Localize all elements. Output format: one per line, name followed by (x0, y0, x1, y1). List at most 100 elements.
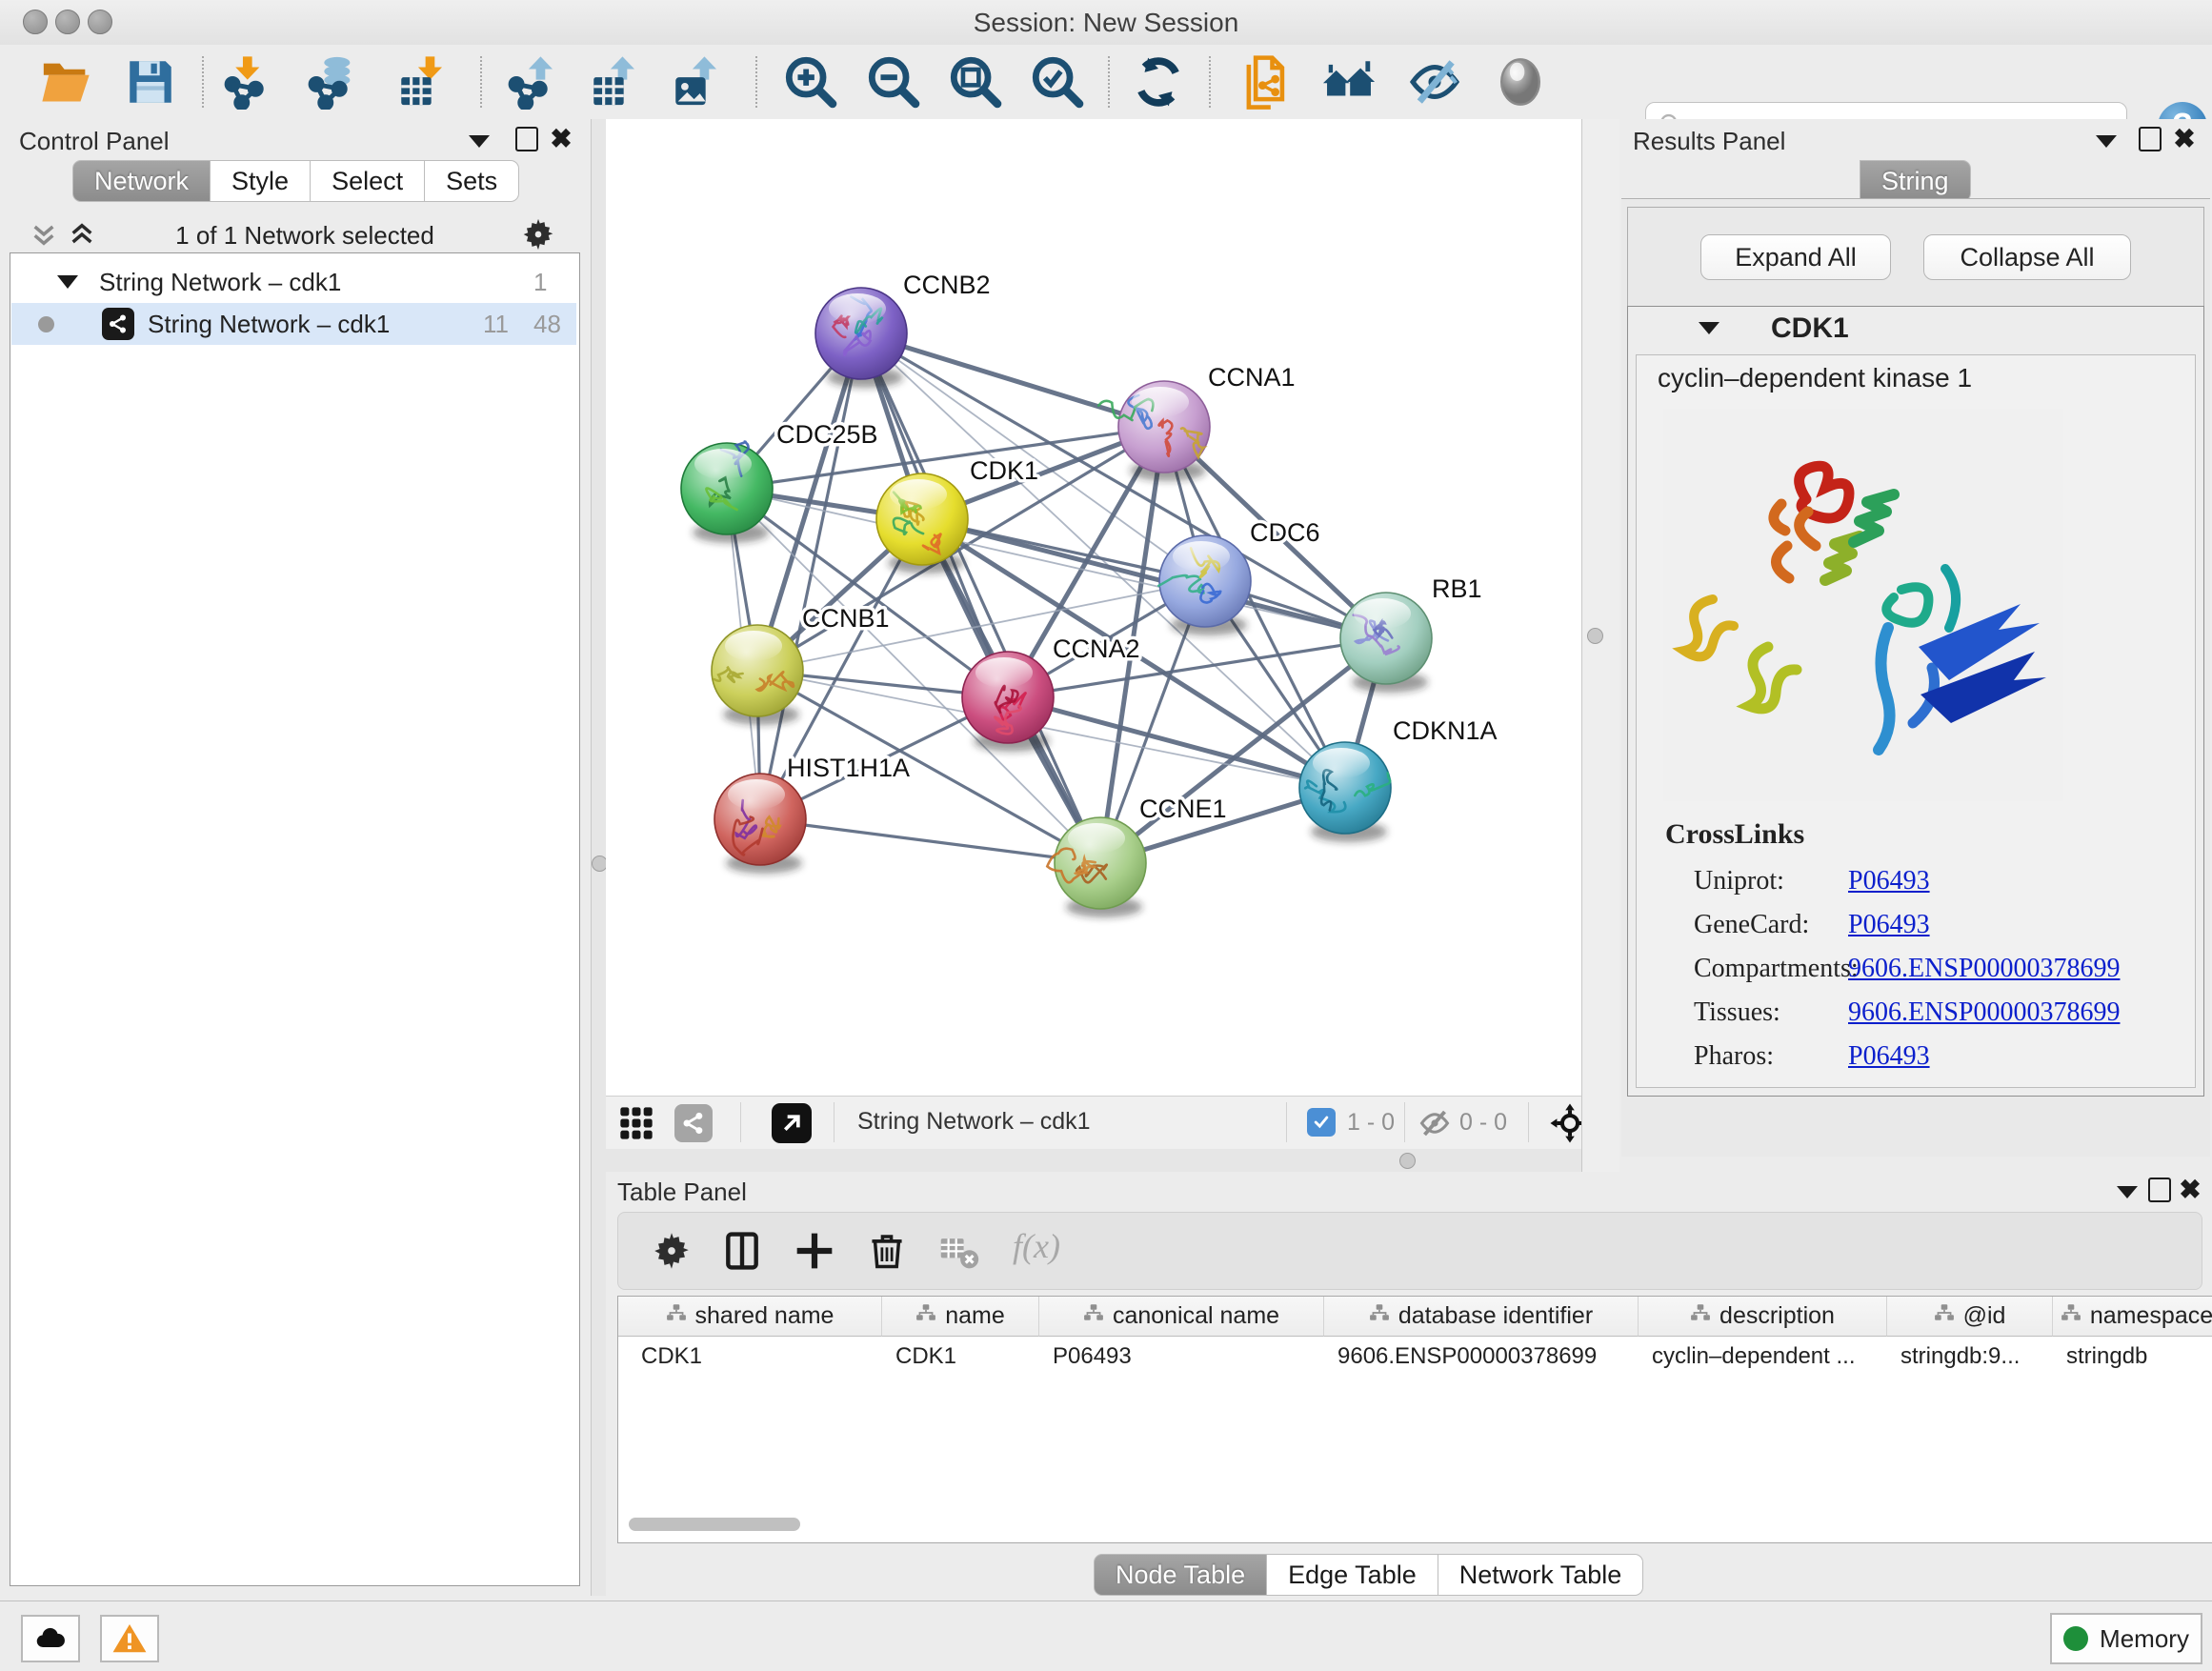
delete-column-icon[interactable] (866, 1230, 908, 1272)
results-panel-close-icon[interactable]: ✖ (2170, 125, 2199, 153)
zoom-fit-icon[interactable] (948, 54, 1003, 110)
crosslink-value[interactable]: P06493 (1848, 1041, 1930, 1072)
refresh-icon[interactable] (1131, 54, 1186, 110)
control-panel-menu-icon[interactable] (465, 127, 493, 155)
control-panel-float-icon[interactable] (513, 125, 541, 153)
node-RB1[interactable]: RB1 (1340, 574, 1482, 693)
hide-panel-icon[interactable] (1407, 54, 1462, 110)
results-buttons-box: Expand All Collapse All (1627, 207, 2204, 308)
crosslink-value[interactable]: P06493 (1848, 910, 1930, 940)
memory-button[interactable]: Memory (2050, 1613, 2202, 1664)
show-columns-icon[interactable] (721, 1230, 763, 1272)
collection-expand-icon[interactable] (57, 275, 78, 289)
export-image-icon[interactable] (669, 54, 724, 110)
table-cell[interactable]: cyclin–dependent ... (1639, 1337, 1886, 1376)
results-panel-float-icon[interactable] (2136, 125, 2164, 153)
horizontal-splitter-handle-icon[interactable] (1399, 1153, 1416, 1169)
import-database-icon[interactable] (305, 54, 360, 110)
tab-network[interactable]: Network (72, 160, 211, 202)
column-header-description[interactable]: description (1639, 1297, 1887, 1337)
table-horizontal-scrollbar[interactable] (629, 1518, 800, 1531)
node-CCNA1[interactable]: CCNA1 (1098, 363, 1295, 481)
import-table-icon[interactable] (394, 54, 450, 110)
zoom-out-icon[interactable] (866, 54, 921, 110)
save-session-icon[interactable] (123, 54, 178, 110)
protein-structure-image[interactable] (1663, 409, 2063, 801)
node-table[interactable]: shared nameCDK1nameCDK1canonical nameP06… (617, 1296, 2212, 1543)
delete-table-icon[interactable] (938, 1230, 980, 1272)
crosslink-row: Compartments:9606.ENSP00000378699 (1694, 954, 2180, 984)
control-panel-close-icon[interactable]: ✖ (547, 125, 575, 153)
home-icon[interactable] (1321, 54, 1377, 110)
grid-view-icon[interactable] (617, 1104, 655, 1142)
window-title: Session: New Session (0, 8, 2212, 38)
share-document-icon[interactable] (1238, 54, 1294, 110)
hidden-elements-icon[interactable] (1418, 1106, 1452, 1145)
tab-sets[interactable]: Sets (425, 160, 519, 202)
tab-style[interactable]: Style (211, 160, 311, 202)
right-splitter-handle-icon[interactable] (1587, 628, 1603, 644)
column-header-database-identifier[interactable]: database identifier (1324, 1297, 1639, 1337)
add-column-icon[interactable] (794, 1230, 835, 1272)
network-options-gear-icon[interactable] (520, 216, 556, 257)
function-builder-icon[interactable]: f(x) (1013, 1226, 1060, 1266)
results-panel-title: Results Panel (1633, 127, 1785, 156)
export-table-icon[interactable] (587, 54, 642, 110)
table-cell[interactable]: CDK1 (618, 1337, 881, 1376)
horizontal-splitter[interactable] (606, 1149, 1581, 1172)
network-type-icon (102, 308, 134, 340)
tab-network-table[interactable]: Network Table (1438, 1554, 1644, 1596)
table-panel-close-icon[interactable]: ✖ (2176, 1176, 2204, 1204)
tab-node-table[interactable]: Node Table (1094, 1554, 1267, 1596)
tab-edge-table[interactable]: Edge Table (1267, 1554, 1438, 1596)
edge-CCNB2-CCNA1[interactable] (861, 333, 1164, 427)
table-cell[interactable]: CDK1 (882, 1337, 1038, 1376)
expand-all-networks-icon[interactable] (29, 219, 59, 254)
open-session-icon[interactable] (39, 54, 94, 110)
column-header-namespace[interactable]: namespace (2053, 1297, 2212, 1337)
table-cell[interactable]: P06493 (1039, 1337, 1323, 1376)
node-label-CCNA1: CCNA1 (1208, 363, 1296, 392)
cloud-status-button[interactable] (21, 1615, 80, 1662)
open-in-new-window-icon[interactable] (772, 1103, 812, 1143)
collapse-all-networks-icon[interactable] (67, 219, 97, 254)
import-network-icon[interactable] (221, 54, 276, 110)
node-HIST1H1A[interactable]: HIST1H1A (714, 754, 910, 874)
export-network-icon[interactable] (505, 54, 560, 110)
tab-select[interactable]: Select (311, 160, 425, 202)
protein-collapse-icon[interactable] (1699, 322, 1719, 334)
network-row[interactable]: String Network – cdk1 11 48 (11, 303, 576, 345)
zoom-in-icon[interactable] (783, 54, 838, 110)
node-label-CDC6: CDC6 (1250, 518, 1320, 547)
node-CDK1[interactable]: CDK1 (876, 456, 1038, 574)
right-splitter[interactable] (1581, 119, 1621, 1172)
table-cell[interactable]: stringdb:9... (1887, 1337, 2052, 1376)
table-panel-menu-icon[interactable] (2113, 1178, 2142, 1206)
expand-all-button[interactable]: Expand All (1700, 234, 1891, 280)
network-canvas[interactable]: CCNB2CCNA1CDC25BCDK1CDC6RB1CCNB1CCNA2CDK… (606, 119, 1581, 1096)
tab-string[interactable]: String (1860, 160, 1971, 202)
crosslink-value[interactable]: P06493 (1848, 866, 1930, 896)
column-header-shared-name[interactable]: shared name (618, 1297, 882, 1337)
warning-status-button[interactable] (100, 1615, 159, 1662)
crosslink-value[interactable]: 9606.ENSP00000378699 (1848, 954, 2120, 984)
network-collection-row[interactable]: String Network – cdk1 1 (11, 261, 576, 303)
crosslink-value[interactable]: 9606.ENSP00000378699 (1848, 997, 2120, 1028)
column-header-canonical-name[interactable]: canonical name (1039, 1297, 1324, 1337)
selected-indicator-checkbox[interactable] (1307, 1108, 1336, 1137)
results-panel-menu-icon[interactable] (2092, 127, 2121, 155)
network-status-dot-icon (38, 316, 54, 332)
table-cell[interactable]: stringdb (2053, 1337, 2212, 1376)
edge-HIST1H1A-CCNE1[interactable] (760, 819, 1100, 863)
column-header-@id[interactable]: @id (1887, 1297, 2053, 1337)
node-CDKN1A[interactable]: CDKN1A (1299, 716, 1498, 842)
network-thumbnail-icon[interactable] (674, 1104, 713, 1142)
collapse-all-button[interactable]: Collapse All (1923, 234, 2131, 280)
zoom-selected-icon[interactable] (1030, 54, 1085, 110)
node-CCNB2[interactable]: CCNB2 (815, 271, 991, 388)
table-panel-float-icon[interactable] (2145, 1176, 2174, 1204)
table-cell[interactable]: 9606.ENSP00000378699 (1324, 1337, 1638, 1376)
preview-icon[interactable] (1493, 54, 1548, 110)
table-gear-icon[interactable] (651, 1230, 693, 1272)
column-header-name[interactable]: name (882, 1297, 1039, 1337)
